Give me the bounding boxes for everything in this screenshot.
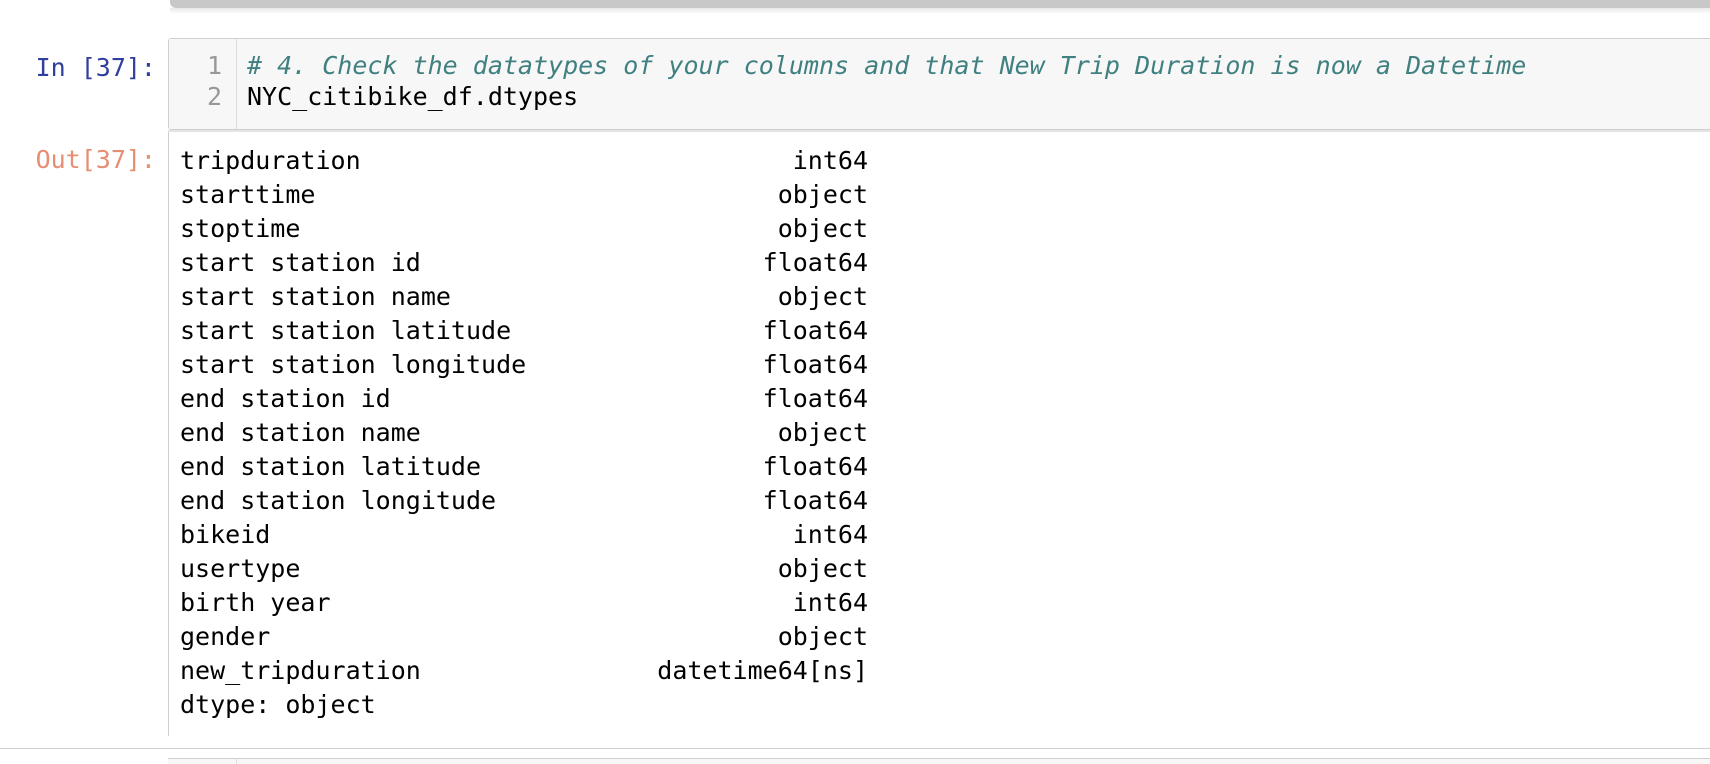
next-cell-gutter	[236, 758, 237, 764]
column-name: start station latitude	[180, 316, 512, 345]
code-line[interactable]: NYC_citibike_df.dtypes	[247, 80, 578, 114]
dtype-row: bikeid int64	[180, 518, 868, 552]
column-dtype: int64	[792, 588, 868, 617]
dtype-row: end station latitude float64	[180, 450, 868, 484]
column-dtype: float64	[762, 384, 868, 413]
dtype-row: starttime object	[180, 178, 868, 212]
line-number: 1	[206, 51, 222, 80]
previous-cell-edge[interactable]	[170, 0, 1710, 8]
output-prompt: Out[37]:	[35, 145, 156, 174]
column-name: birth year	[180, 588, 331, 617]
next-cell-input[interactable]	[168, 758, 1710, 764]
dtype-row: end station longitude float64	[180, 484, 868, 518]
previous-cell-shadow	[170, 8, 1710, 14]
column-dtype: float64	[762, 452, 868, 481]
column-name: end station id	[180, 384, 391, 413]
line-number-gutter: 1 2	[169, 39, 237, 129]
column-name: start station longitude	[180, 350, 527, 379]
dtype-row: end station id float64	[180, 382, 868, 416]
column-name: end station name	[180, 418, 421, 447]
dtype-row: usertype object	[180, 552, 868, 586]
dtype-row: birth year int64	[180, 586, 868, 620]
input-prompt: In [37]:	[35, 53, 156, 82]
column-name: stoptime	[180, 214, 301, 243]
output-left-border	[168, 132, 169, 736]
column-name: start station id	[180, 248, 421, 277]
dtype-row: stoptime object	[180, 212, 868, 246]
column-dtype: object	[777, 418, 868, 447]
column-dtype: int64	[792, 146, 868, 175]
column-name: gender	[180, 622, 271, 651]
column-dtype: object	[777, 282, 868, 311]
notebook-page: In [37]: 1 2 # 4. Check the datatypes of…	[0, 0, 1710, 764]
column-name: end station longitude	[180, 486, 497, 515]
column-dtype: float64	[762, 316, 868, 345]
dtype-row: gender object	[180, 620, 868, 654]
output-bottom-divider	[0, 748, 1710, 749]
dtype-row: new_tripduration datetime64[ns]	[180, 654, 868, 688]
column-name: tripduration	[180, 146, 361, 175]
column-name: bikeid	[180, 520, 271, 549]
column-name: usertype	[180, 554, 301, 583]
dtype-row: start station latitude float64	[180, 314, 868, 348]
column-dtype: float64	[762, 486, 868, 515]
code-input-area[interactable]: 1 2 # 4. Check the datatypes of your col…	[168, 38, 1710, 130]
column-dtype: object	[777, 622, 868, 651]
dtype-footer: dtype: object	[180, 690, 376, 719]
code-comment-line[interactable]: # 4. Check the datatypes of your columns…	[247, 49, 1526, 83]
line-number: 2	[206, 82, 222, 111]
column-dtype: object	[777, 214, 868, 243]
column-dtype: datetime64[ns]	[657, 656, 868, 685]
output-top-divider	[168, 130, 1710, 132]
dtype-row: start station id float64	[180, 246, 868, 280]
column-name: start station name	[180, 282, 451, 311]
column-name: new_tripduration	[180, 656, 421, 685]
dtype-row: tripduration int64	[180, 144, 868, 178]
column-dtype: object	[777, 554, 868, 583]
column-dtype: float64	[762, 350, 868, 379]
column-name: end station latitude	[180, 452, 482, 481]
dtypes-output: tripduration int64 starttime object stopti…	[180, 144, 868, 688]
column-dtype: object	[777, 180, 868, 209]
column-name: starttime	[180, 180, 316, 209]
dtype-row: start station name object	[180, 280, 868, 314]
dtype-row: start station longitude float64	[180, 348, 868, 382]
dtype-row: end station name object	[180, 416, 868, 450]
column-dtype: float64	[762, 248, 868, 277]
column-dtype: int64	[792, 520, 868, 549]
